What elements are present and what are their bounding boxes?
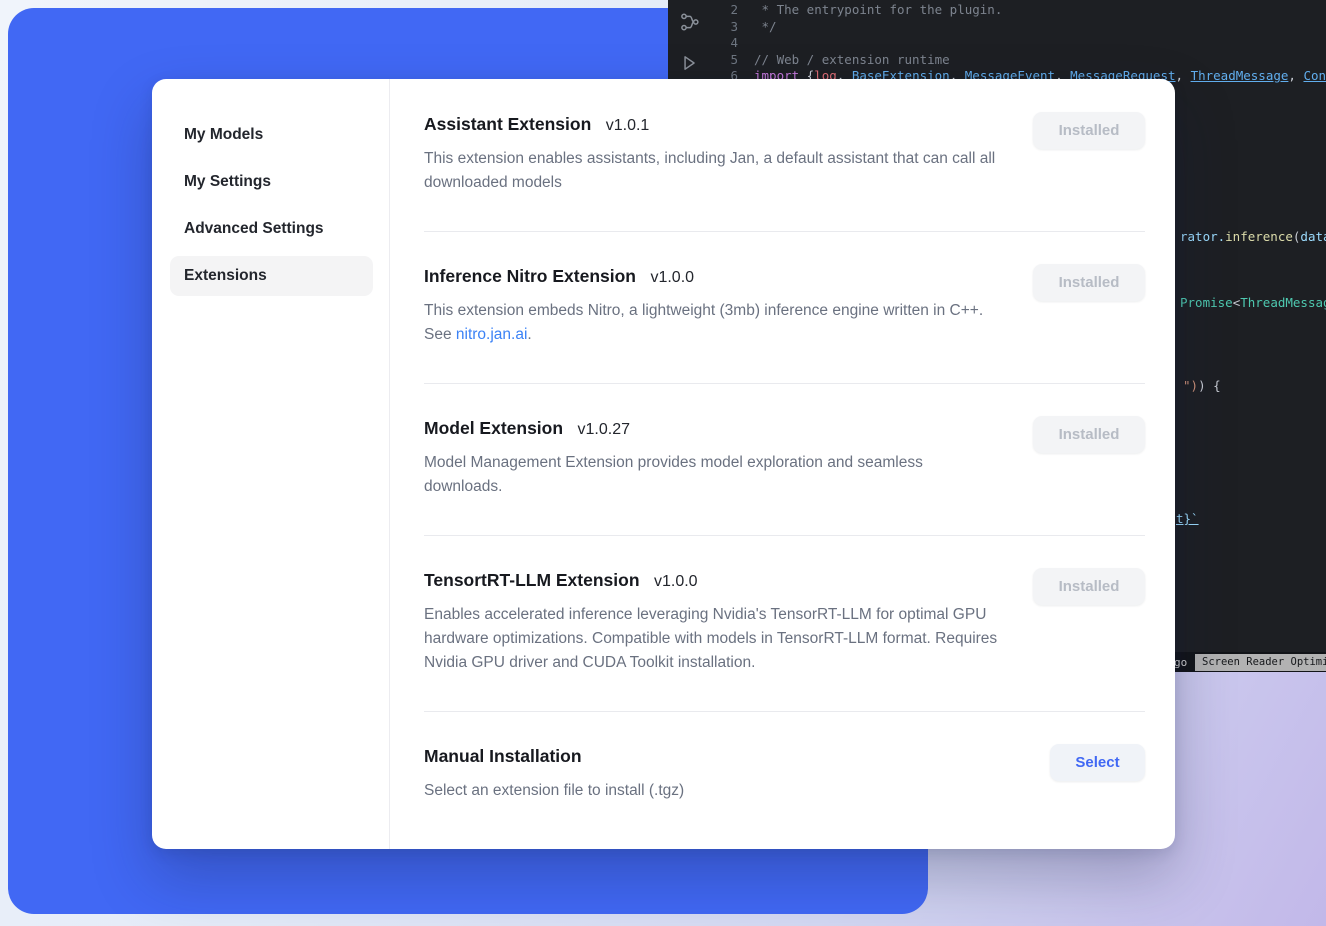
code-text: // Web / extension runtime xyxy=(754,52,950,69)
code-text: */ xyxy=(754,19,777,36)
extension-row-nitro: Inference Nitro Extension v1.0.0 This ex… xyxy=(424,232,1145,384)
code-line: 2 * The entrypoint for the plugin. xyxy=(714,2,1326,19)
extension-title: Model Extension xyxy=(424,418,563,438)
extension-version: v1.0.27 xyxy=(578,421,630,438)
extension-row-assistant: Assistant Extension v1.0.1 This extensio… xyxy=(424,112,1145,232)
line-number: 5 xyxy=(714,52,738,69)
nitro-link[interactable]: nitro.jan.ai xyxy=(456,326,528,343)
installed-button[interactable]: Installed xyxy=(1033,416,1145,453)
run-play-icon[interactable] xyxy=(680,54,698,75)
screen-reader-badge[interactable]: Screen Reader Optimized xyxy=(1195,654,1326,671)
extension-title: Manual Installation xyxy=(424,746,582,766)
extension-row-model: Model Extension v1.0.27 Model Management… xyxy=(424,384,1145,536)
code-fragment: Promise<ThreadMessage= xyxy=(1180,295,1326,310)
code-fragment: rator.inference(data)); xyxy=(1180,229,1326,244)
manual-installation-row: Manual Installation Select an extension … xyxy=(424,712,1145,839)
settings-sidebar: My Models My Settings Advanced Settings … xyxy=(152,79,390,849)
line-number: 3 xyxy=(714,19,738,36)
code-fragment: t}` xyxy=(1176,511,1199,526)
sidebar-item-extensions[interactable]: Extensions xyxy=(170,256,373,296)
code-line: 4 xyxy=(714,35,1326,52)
installed-button[interactable]: Installed xyxy=(1033,264,1145,301)
extension-version: v1.0.0 xyxy=(650,269,694,286)
code-fragment: ")) { xyxy=(1183,378,1221,393)
extensions-panel: Assistant Extension v1.0.1 This extensio… xyxy=(390,79,1175,849)
extension-description: Enables accelerated inference leveraging… xyxy=(424,603,1001,675)
line-number: 4 xyxy=(714,35,738,52)
git-fork-icon[interactable] xyxy=(680,12,700,35)
extension-description: This extension embeds Nitro, a lightweig… xyxy=(424,299,1001,347)
code-line: 5 // Web / extension runtime xyxy=(714,52,1326,69)
line-number: 2 xyxy=(714,2,738,19)
settings-window: My Models My Settings Advanced Settings … xyxy=(152,79,1175,849)
select-button[interactable]: Select xyxy=(1050,744,1145,781)
extension-version: v1.0.1 xyxy=(606,117,650,134)
installed-button[interactable]: Installed xyxy=(1033,112,1145,149)
sidebar-item-my-models[interactable]: My Models xyxy=(170,115,373,155)
extension-description: Model Management Extension provides mode… xyxy=(424,451,1001,499)
extension-description: Select an extension file to install (.tg… xyxy=(424,779,1001,803)
status-text: go xyxy=(1174,656,1187,669)
code-text: * The entrypoint for the plugin. xyxy=(754,2,1002,19)
hero-scene: 2 * The entrypoint for the plugin. 3 */ … xyxy=(0,0,1326,926)
extension-title: Assistant Extension xyxy=(424,114,591,134)
installed-button[interactable]: Installed xyxy=(1033,568,1145,605)
extension-description: This extension enables assistants, inclu… xyxy=(424,147,1001,195)
extension-title: Inference Nitro Extension xyxy=(424,266,636,286)
sidebar-item-advanced-settings[interactable]: Advanced Settings xyxy=(170,209,373,249)
sidebar-item-my-settings[interactable]: My Settings xyxy=(170,162,373,202)
extension-title: TensortRT-LLM Extension xyxy=(424,570,640,590)
code-area: 2 * The entrypoint for the plugin. 3 */ … xyxy=(714,2,1326,85)
extension-row-tensorrt: TensortRT-LLM Extension v1.0.0 Enables a… xyxy=(424,536,1145,712)
extension-version: v1.0.0 xyxy=(654,573,698,590)
code-line: 3 */ xyxy=(714,19,1326,36)
